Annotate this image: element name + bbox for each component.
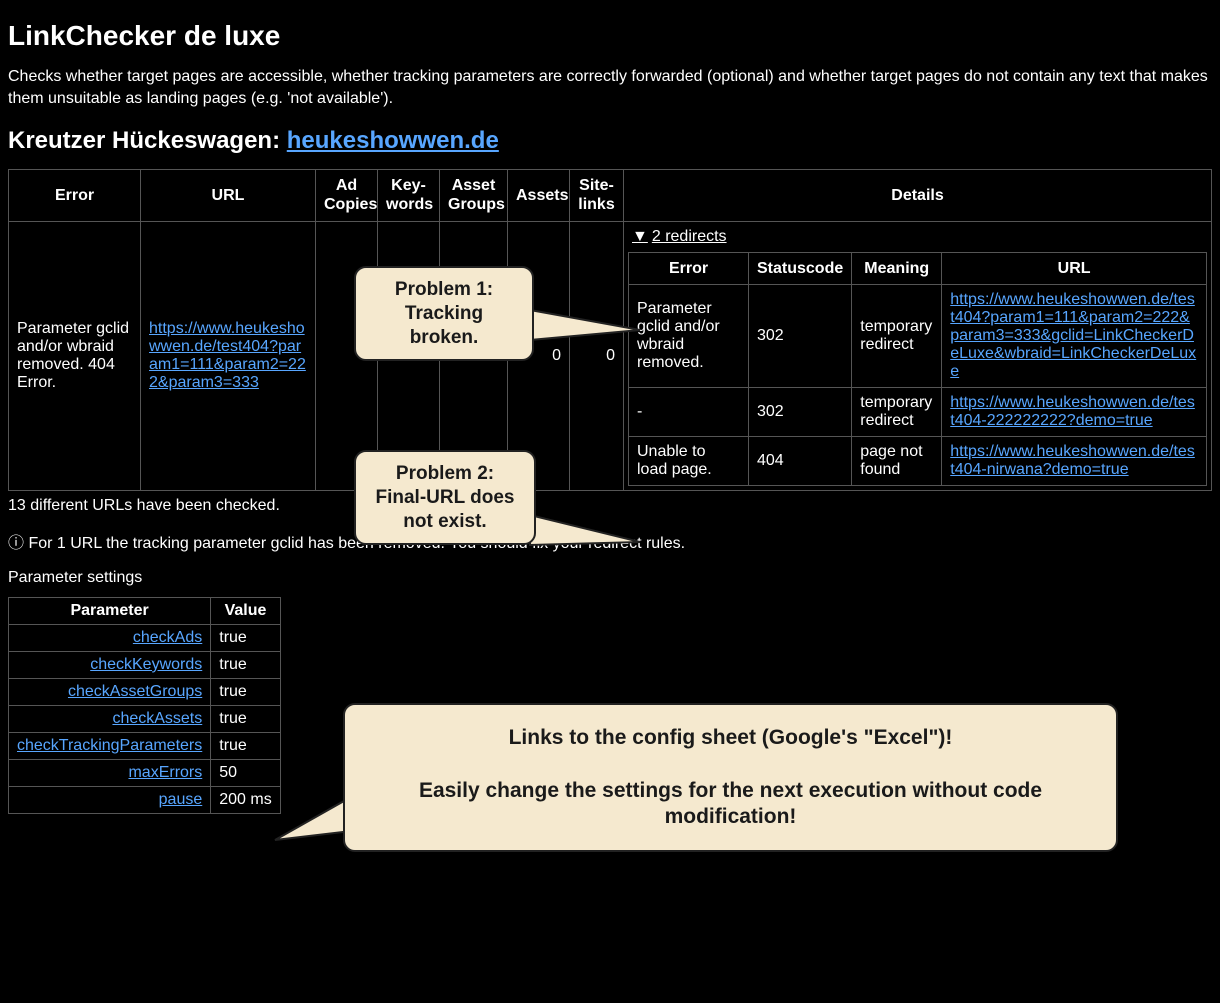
info-line: ⓘ For 1 URL the tracking parameter gclid… bbox=[8, 529, 1212, 553]
cell-assets: 0 bbox=[508, 221, 570, 490]
param-row: maxErrors 50 bbox=[9, 759, 281, 786]
inner-col-url: URL bbox=[942, 252, 1207, 284]
table-row: Parameter gclid and/or wbraid removed. 4… bbox=[9, 221, 1212, 490]
redirect-url-link[interactable]: https://www.heukeshowwen.de/test404?para… bbox=[950, 291, 1196, 380]
redirect-row: Parameter gclid and/or wbraid removed. 3… bbox=[629, 284, 1207, 387]
redirect-row: Unable to load page. 404 page not found … bbox=[629, 436, 1207, 485]
param-value: 50 bbox=[211, 759, 280, 786]
param-link-checkassets[interactable]: checkAssets bbox=[112, 710, 202, 727]
param-row: pause 200 ms bbox=[9, 786, 281, 813]
account-heading: Kreutzer Hückeswagen: heukeshowwen.de bbox=[8, 127, 1212, 155]
col-assets: Assets bbox=[508, 170, 570, 221]
parameters-title: Parameter settings bbox=[8, 569, 1212, 587]
error-table: Error URL Ad Copies Key-words Asset Grou… bbox=[8, 169, 1212, 491]
param-link-checkads[interactable]: checkAds bbox=[133, 629, 202, 646]
param-value: true bbox=[211, 705, 280, 732]
redirects-toggle[interactable]: ▼2 redirects bbox=[628, 226, 1207, 252]
redirect-row: - 302 temporary redirect https://www.heu… bbox=[629, 387, 1207, 436]
param-row: checkAssets true bbox=[9, 705, 281, 732]
inner-col-status: Statuscode bbox=[749, 252, 852, 284]
redirect-status: 302 bbox=[749, 284, 852, 387]
param-row: checkTrackingParameters true bbox=[9, 732, 281, 759]
col-error: Error bbox=[9, 170, 141, 221]
account-domain-link[interactable]: heukeshowwen.de bbox=[287, 127, 499, 154]
param-row: checkAds true bbox=[9, 624, 281, 651]
param-row: checkKeywords true bbox=[9, 651, 281, 678]
redirect-url-link[interactable]: https://www.heukeshowwen.de/test404-2222… bbox=[950, 394, 1195, 429]
redirect-error: Parameter gclid and/or wbraid removed. bbox=[629, 284, 749, 387]
redirect-error: - bbox=[629, 387, 749, 436]
cell-error: Parameter gclid and/or wbraid removed. 4… bbox=[9, 221, 141, 490]
param-link-pause[interactable]: pause bbox=[159, 791, 203, 808]
param-link-checkassetgroups[interactable]: checkAssetGroups bbox=[68, 683, 202, 700]
param-col-value: Value bbox=[211, 597, 280, 624]
param-link-checkkeywords[interactable]: checkKeywords bbox=[90, 656, 202, 673]
cell-sitelinks: 0 bbox=[570, 221, 624, 490]
redirects-count: 2 redirects bbox=[652, 228, 727, 245]
callout-tail-icon bbox=[270, 790, 370, 850]
col-url: URL bbox=[141, 170, 316, 221]
param-link-checktracking[interactable]: checkTrackingParameters bbox=[17, 737, 202, 754]
status-line: 13 different URLs have been checked. bbox=[8, 497, 1212, 515]
cell-details: ▼2 redirects Error Statuscode Meaning bbox=[624, 221, 1212, 490]
param-value: true bbox=[211, 732, 280, 759]
page-title: LinkChecker de luxe bbox=[8, 20, 1212, 52]
redirect-meaning: temporary redirect bbox=[852, 284, 942, 387]
redirect-url-link[interactable]: https://www.heukeshowwen.de/test404-nirw… bbox=[950, 443, 1195, 478]
col-keywords: Key-words bbox=[378, 170, 440, 221]
chevron-down-icon: ▼ bbox=[632, 228, 648, 245]
inner-col-meaning: Meaning bbox=[852, 252, 942, 284]
param-row: checkAssetGroups true bbox=[9, 678, 281, 705]
redirect-status: 302 bbox=[749, 387, 852, 436]
parameters-table: Parameter Value checkAds true checkKeywo… bbox=[8, 597, 281, 814]
redirect-meaning: temporary redirect bbox=[852, 387, 942, 436]
param-link-maxerrors[interactable]: maxErrors bbox=[128, 764, 202, 781]
redirect-meaning: page not found bbox=[852, 436, 942, 485]
callout-config: Links to the config sheet (Google's "Exc… bbox=[343, 703, 1118, 852]
col-assetgroups: Asset Groups bbox=[440, 170, 508, 221]
account-prefix: Kreutzer Hückeswagen: bbox=[8, 127, 287, 154]
inner-col-error: Error bbox=[629, 252, 749, 284]
redirects-table: Error Statuscode Meaning URL Parameter g… bbox=[628, 252, 1207, 486]
param-col-name: Parameter bbox=[9, 597, 211, 624]
cell-url: https://www.heukeshowwen.de/test404?para… bbox=[141, 221, 316, 490]
param-value: true bbox=[211, 678, 280, 705]
inner-header-row: Error Statuscode Meaning URL bbox=[629, 252, 1207, 284]
cell-assetgroups: 0 bbox=[440, 221, 508, 490]
table-header-row: Error URL Ad Copies Key-words Asset Grou… bbox=[9, 170, 1212, 221]
cell-keywords: 1 bbox=[378, 221, 440, 490]
col-sitelinks: Site-links bbox=[570, 170, 624, 221]
col-details: Details bbox=[624, 170, 1212, 221]
redirect-error: Unable to load page. bbox=[629, 436, 749, 485]
param-value: true bbox=[211, 651, 280, 678]
intro-text: Checks whether target pages are accessib… bbox=[8, 66, 1212, 109]
cell-adcopies: 0 bbox=[316, 221, 378, 490]
redirect-status: 404 bbox=[749, 436, 852, 485]
row-url-link[interactable]: https://www.heukeshowwen.de/test404?para… bbox=[149, 320, 306, 391]
param-value: 200 ms bbox=[211, 786, 280, 813]
param-value: true bbox=[211, 624, 280, 651]
col-adcopies: Ad Copies bbox=[316, 170, 378, 221]
